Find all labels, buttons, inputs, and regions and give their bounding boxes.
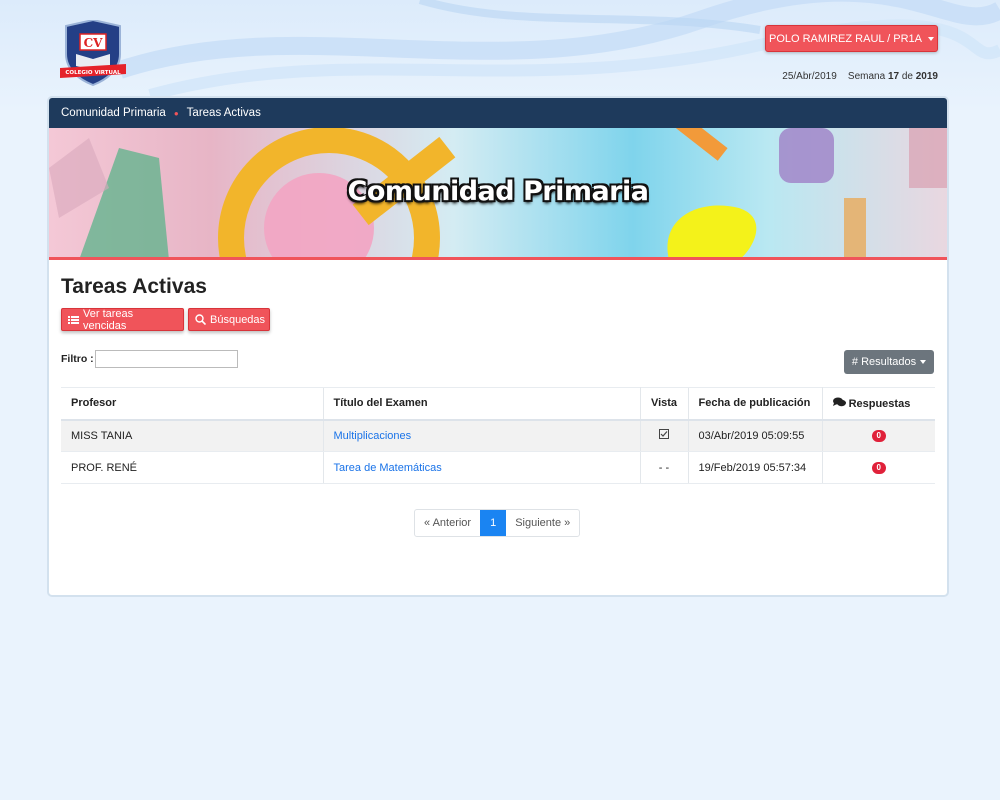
cell-vista: [640, 419, 688, 452]
breadcrumb-item-active-tasks: Tareas Activas: [186, 107, 261, 119]
checkbox-icon: [659, 429, 669, 440]
tasks-table: Profesor Título del Examen Vista Fecha d…: [61, 387, 935, 484]
school-logo[interactable]: CV COLEGIO VIRTUAL: [58, 18, 128, 87]
user-menu-label: POLO RAMIREZ RAUL / PR1A: [768, 32, 923, 45]
svg-text:COLEGIO VIRTUAL: COLEGIO VIRTUAL: [65, 70, 121, 76]
cell-vista: - -: [640, 451, 688, 484]
user-menu-button[interactable]: POLO RAMIREZ RAUL / PR1A: [765, 25, 938, 52]
task-title-link[interactable]: Multiplicaciones: [334, 430, 412, 442]
cell-titulo: Multiplicaciones: [322, 419, 641, 452]
table-header-row: Profesor Título del Examen Vista Fecha d…: [61, 387, 935, 421]
breadcrumb-item-community[interactable]: Comunidad Primaria: [61, 107, 166, 119]
week-year: 2019: [915, 71, 938, 82]
community-banner: Comunidad Primaria: [49, 128, 947, 260]
cell-profesor: PROF. RENÉ: [61, 451, 323, 484]
filter-input[interactable]: [95, 350, 238, 368]
results-dropdown-button[interactable]: # Resultados: [844, 350, 934, 374]
week-number: 17: [887, 71, 900, 82]
week-of: de: [901, 71, 913, 82]
header-background: [0, 0, 1000, 110]
svg-text:CV: CV: [84, 36, 104, 50]
pagination-next[interactable]: Siguiente »: [506, 510, 579, 536]
cell-fecha: 03/Abr/2019 05:09:55: [687, 419, 823, 452]
current-date: 25/Abr/2019: [782, 71, 837, 82]
cell-respuestas: 0: [822, 419, 935, 452]
cell-titulo: Tarea de Matemáticas: [322, 451, 641, 484]
filter-label: Filtro :: [61, 353, 94, 365]
results-label: # Resultados: [851, 356, 917, 368]
cell-respuestas: 0: [822, 451, 935, 484]
search-button[interactable]: Búsquedas: [188, 308, 270, 331]
header-titulo[interactable]: Título del Examen: [322, 387, 641, 421]
list-icon: [68, 315, 79, 325]
comments-icon: [832, 397, 846, 407]
pagination-page-current[interactable]: 1: [480, 510, 507, 536]
header-vista[interactable]: Vista: [640, 387, 688, 421]
caret-down-icon: [928, 36, 935, 41]
page-title: Tareas Activas: [61, 275, 207, 298]
expired-tasks-label: Ver tareas vencidas: [83, 307, 134, 332]
responses-badge[interactable]: 0: [871, 462, 886, 474]
date-week-info: 25/Abr/2019 Semana 17 de 2019: [782, 71, 938, 82]
header-fecha[interactable]: Fecha de publicación: [687, 387, 823, 421]
table-row: MISS TANIA Multiplicaciones 03/Abr/2019 …: [61, 419, 935, 452]
cell-fecha: 19/Feb/2019 05:57:34: [687, 451, 823, 484]
cell-profesor: MISS TANIA: [61, 419, 323, 452]
header-profesor[interactable]: Profesor: [61, 387, 323, 421]
search-label: Búsquedas: [210, 313, 266, 326]
pagination-prev[interactable]: « Anterior: [415, 510, 480, 536]
caret-down-icon: [920, 360, 927, 364]
expired-tasks-button[interactable]: Ver tareas vencidas: [61, 307, 184, 332]
header-respuestas-label: Respuestas: [848, 397, 911, 410]
week-label: Semana: [847, 71, 886, 82]
task-title-link[interactable]: Tarea de Matemáticas: [334, 462, 442, 474]
search-icon: [195, 314, 206, 325]
header-respuestas[interactable]: Respuestas: [822, 387, 935, 421]
table-row: PROF. RENÉ Tarea de Matemáticas - - 19/F…: [61, 451, 935, 484]
pagination: « Anterior 1 Siguiente »: [414, 509, 581, 537]
banner-title: Comunidad Primaria: [347, 176, 649, 207]
breadcrumb: Comunidad Primaria ● Tareas Activas: [49, 98, 947, 128]
breadcrumb-separator-dot: ●: [173, 108, 179, 118]
responses-badge[interactable]: 0: [871, 430, 886, 443]
